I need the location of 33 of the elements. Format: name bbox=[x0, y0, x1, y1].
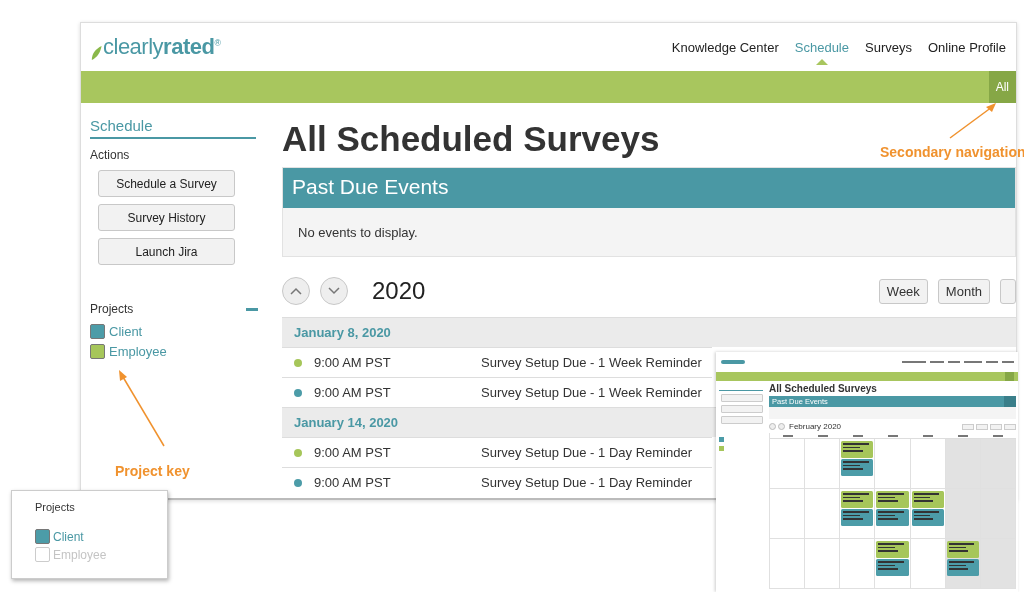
action-button[interactable]: Schedule a Survey bbox=[98, 170, 235, 197]
annotation-label: Secondary navigation bbox=[880, 144, 1024, 160]
nav-link[interactable]: Online Profile bbox=[927, 39, 1006, 55]
event-title: Survey Setup Due - 1 Week Reminder bbox=[481, 355, 702, 370]
event-time: 9:00 AM PST bbox=[314, 475, 392, 490]
project-label: Employee bbox=[53, 547, 107, 562]
projects-label: Projects bbox=[90, 302, 134, 316]
year-label: 2020 bbox=[372, 277, 427, 305]
action-button[interactable]: Launch Jira bbox=[98, 238, 235, 265]
empty-message: No events to display. bbox=[297, 224, 419, 242]
page-title: All Scheduled Surveys bbox=[769, 383, 877, 394]
event-time: 9:00 AM PST bbox=[314, 355, 392, 370]
view-button[interactable]: Month bbox=[937, 278, 990, 304]
action-button[interactable]: Survey History bbox=[98, 204, 235, 231]
project-label[interactable]: Client bbox=[109, 324, 143, 339]
event-title: Survey Setup Due - 1 Week Reminder bbox=[481, 385, 702, 400]
nav-link[interactable]: Surveys bbox=[865, 39, 912, 55]
view-button[interactable]: Week bbox=[878, 278, 928, 304]
event-time: 9:00 AM PST bbox=[314, 445, 392, 460]
event-title: Survey Setup Due - 1 Day Reminder bbox=[481, 445, 692, 460]
logo: clearlyrated$^{®}$ bbox=[103, 34, 221, 60]
event-time: 9:00 AM PST bbox=[314, 385, 392, 400]
project-label: Client bbox=[53, 529, 84, 544]
event-title: Survey Setup Due - 1 Day Reminder bbox=[481, 475, 692, 490]
panel-title: Past Due Events bbox=[283, 168, 1015, 208]
month-label: February 2020 bbox=[789, 422, 843, 431]
sidebar-title: Schedule bbox=[90, 117, 256, 139]
page-title: All Scheduled Surveys bbox=[282, 119, 660, 159]
projects-label: Projects bbox=[35, 501, 76, 513]
date-heading: January 8, 2020 bbox=[282, 317, 1016, 347]
actions-label: Actions bbox=[90, 148, 131, 162]
nav-link[interactable]: Knowledge Center bbox=[671, 39, 779, 55]
annotation-label: Project key bbox=[115, 463, 190, 479]
